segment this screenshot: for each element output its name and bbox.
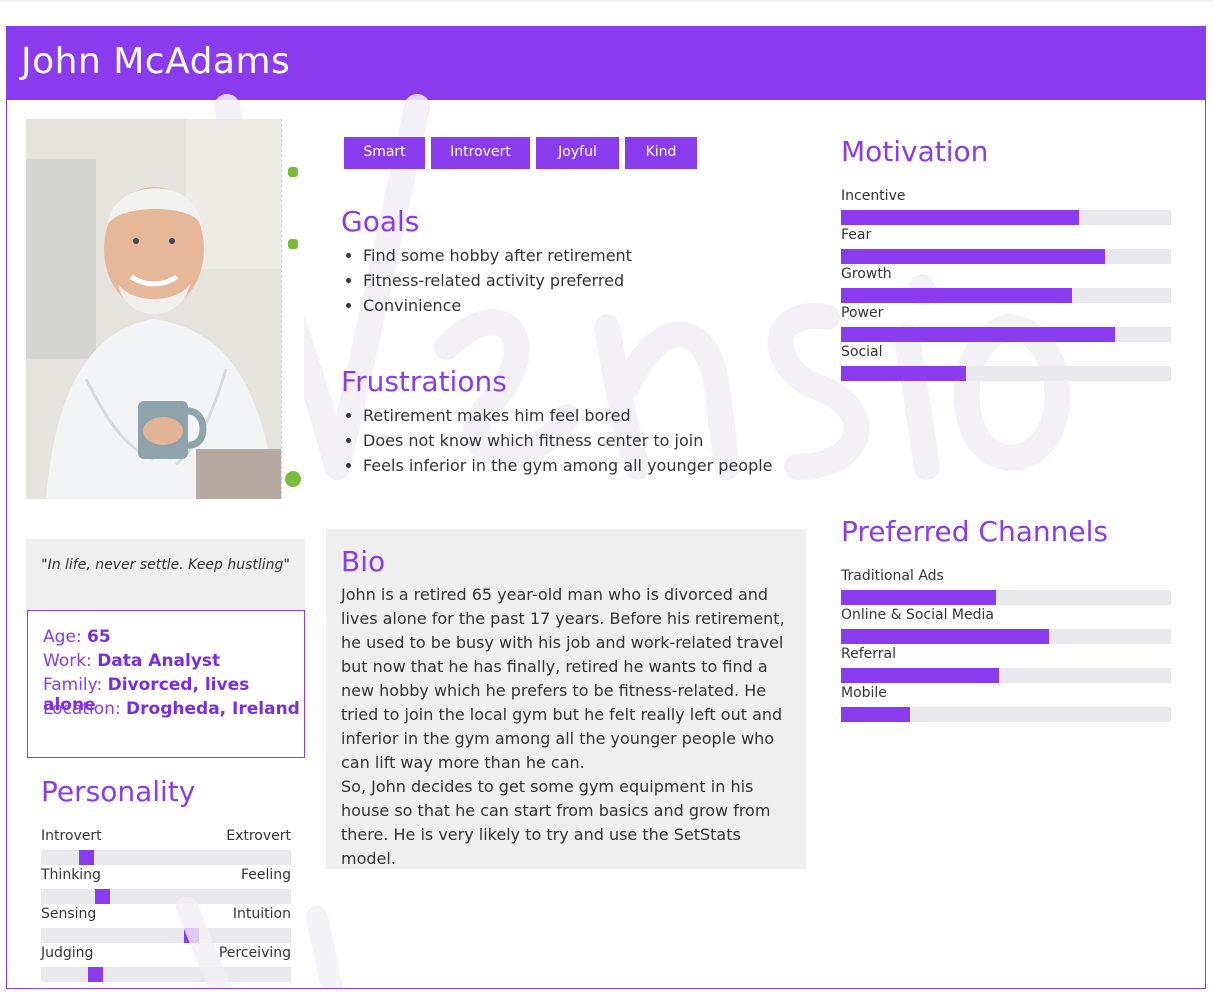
channels-bar-track [841,590,1171,605]
motivation-bar-fill [841,288,1072,303]
info-age-label: Age: [43,627,82,647]
tag-kind: Kind [625,137,697,169]
bio-panel: Bio John is a retired 65 year-old man wh… [326,529,806,869]
persona-card: John McAdams "In life, never settle. Kee… [6,26,1206,989]
motivation-bar-label: Growth [841,266,892,282]
info-age-value: 65 [87,627,111,647]
goals-list: Find some hobby after retirement Fitness… [341,243,632,318]
info-age: Age: 65 [43,627,111,647]
frustration-item: Retirement makes him feel bored [363,403,773,428]
tag-introvert: Introvert [431,137,530,169]
frustration-item: Does not know which fitness center to jo… [363,428,773,453]
bio-paragraph: So, John decides to get some gym equipme… [341,777,771,868]
info-location-label: Location: [43,699,121,719]
personality-marker [79,850,94,865]
channels-bar-fill [841,629,1049,644]
bio-paragraph: John is a retired 65 year-old man who is… [341,585,785,772]
motivation-bar-track [841,288,1171,303]
persona-info-box: Age: 65 Work: Data Analyst Family: Divor… [27,610,305,758]
goal-item: Find some hobby after retirement [363,243,632,268]
personality-title: Personality [41,775,196,808]
motivation-title: Motivation [841,135,989,168]
personality-marker [88,967,103,982]
personality-track [41,850,291,865]
info-work-value: Data Analyst [97,651,221,671]
personality-right-label: Extrovert [226,828,291,844]
motivation-bar-label: Incentive [841,188,906,204]
bio-title: Bio [341,545,386,578]
personality-track [41,889,291,904]
frustrations-title: Frustrations [341,365,507,398]
personality-marker [184,928,199,943]
motivation-bar-fill [841,327,1115,342]
motivation-bar-label: Power [841,305,884,321]
motivation-bar-label: Fear [841,227,872,243]
credit-leaf-icon [288,239,298,249]
quote-panel: "In life, never settle. Keep hustling" [26,539,305,611]
personality-marker [95,889,110,904]
motivation-bar-label: Social [841,344,883,360]
channels-bar-fill [841,668,999,683]
channels-bar-fill [841,590,996,605]
tag-joyful: Joyful [536,137,619,169]
bio-text: John is a retired 65 year-old man who is… [341,583,796,871]
goals-title: Goals [341,205,420,238]
info-location-value: Drogheda, Ireland [126,699,300,719]
motivation-bar-fill [841,249,1105,264]
channels-bar-label: Traditional Ads [841,568,944,584]
persona-photo [26,119,281,499]
info-family-label: Family: [43,675,103,695]
credit-dot-icon [288,167,298,177]
motivation-bar-fill [841,366,966,381]
channels-bar-track [841,668,1171,683]
persona-name: John McAdams [21,41,291,82]
channels-bar-track [841,707,1171,722]
motivation-bar-track [841,366,1171,381]
channels-bar-label: Online & Social Media [841,607,994,623]
top-divider [0,0,1213,2]
tag-smart: Smart [344,137,425,169]
motivation-bar-track [841,249,1171,264]
personality-track [41,967,291,982]
persona-quote: "In life, never settle. Keep hustling" [41,557,290,573]
frustration-item: Feels inferior in the gym among all youn… [363,453,773,478]
channels-bar-track [841,629,1171,644]
motivation-bar-track [841,210,1171,225]
channels-title: Preferred Channels [841,515,1108,548]
personality-right-label: Intuition [232,906,291,922]
credit-logo-icon [285,471,301,487]
personality-track [41,928,291,943]
channels-bar-label: Mobile [841,685,887,701]
motivation-bar-track [841,327,1171,342]
personality-right-label: Feeling [240,867,291,883]
info-work-label: Work: [43,651,92,671]
personality-right-label: Perceiving [218,945,291,961]
goal-item: Convinience [363,293,632,318]
header-bar: John McAdams [7,27,1205,100]
photo-credit-strip [281,119,304,499]
goal-item: Fitness-related activity preferred [363,268,632,293]
info-work: Work: Data Analyst [43,651,220,671]
channels-bar-label: Referral [841,646,896,662]
frustrations-list: Retirement makes him feel bored Does not… [341,403,773,478]
info-location: Location: Drogheda, Ireland [43,699,300,719]
motivation-bar-fill [841,210,1079,225]
channels-bar-fill [841,707,910,722]
